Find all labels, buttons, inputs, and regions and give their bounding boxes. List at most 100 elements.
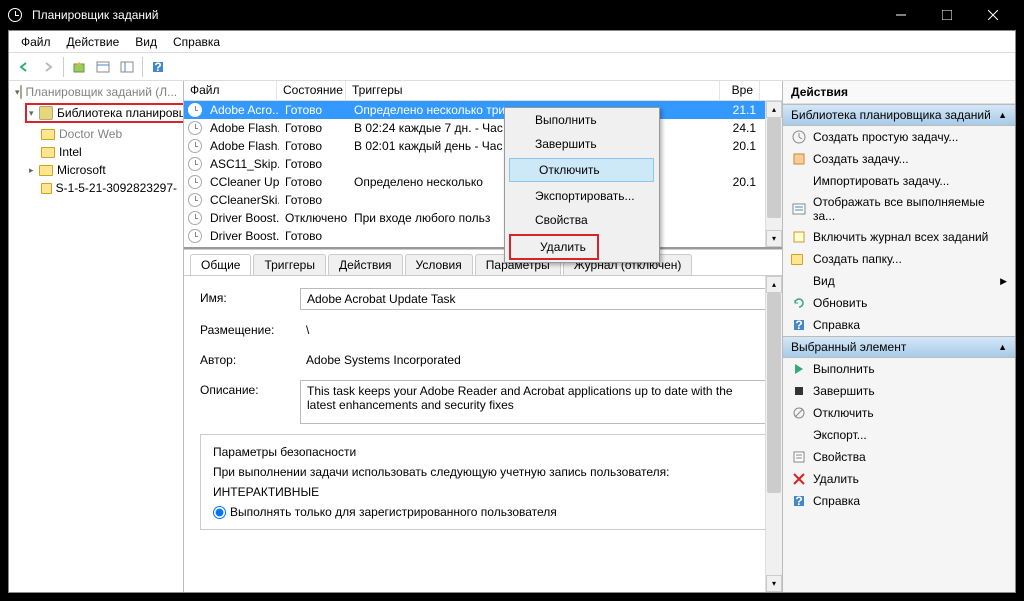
task-icon bbox=[791, 129, 807, 145]
tree-microsoft[interactable]: ▸Microsoft bbox=[11, 161, 181, 179]
context-run[interactable]: Выполнить bbox=[505, 108, 659, 132]
action-end[interactable]: Завершить bbox=[783, 380, 1015, 402]
actions-section-library[interactable]: Библиотека планировщика заданий▲ bbox=[783, 104, 1015, 126]
security-fieldset: Параметры безопасности При выполнении за… bbox=[200, 434, 766, 530]
action-disable[interactable]: Отключить bbox=[783, 402, 1015, 424]
tree-library[interactable]: ▾ Библиотека планировщ bbox=[11, 101, 181, 125]
action-create-simple[interactable]: Создать простую задачу... bbox=[783, 126, 1015, 148]
action-export[interactable]: Экспорт... bbox=[783, 424, 1015, 446]
task-row[interactable]: ASC11_Skip...Готово bbox=[184, 155, 782, 173]
tab-general[interactable]: Общие bbox=[190, 254, 251, 275]
security-text: При выполнении задачи использовать следу… bbox=[213, 465, 753, 479]
action-help-2[interactable]: ?Справка bbox=[783, 490, 1015, 512]
tree-root[interactable]: ▾ Планировщик заданий (Л... bbox=[11, 83, 181, 101]
menu-action[interactable]: Действие bbox=[59, 32, 128, 52]
task-row[interactable]: CCleaner Up...ГотовоОпределено несколько… bbox=[184, 173, 782, 191]
minimize-button[interactable] bbox=[878, 0, 924, 30]
log-icon bbox=[791, 229, 807, 245]
close-button[interactable] bbox=[970, 0, 1016, 30]
action-show-running[interactable]: Отображать все выполняемые за... bbox=[783, 192, 1015, 226]
menu-help[interactable]: Справка bbox=[165, 32, 228, 52]
desc-value[interactable]: This task keeps your Adobe Reader and Ac… bbox=[300, 380, 766, 424]
up-button[interactable] bbox=[68, 56, 90, 78]
help-button[interactable]: ? bbox=[147, 56, 169, 78]
context-disable[interactable]: Отключить bbox=[509, 158, 654, 182]
col-state[interactable]: Состояние bbox=[277, 81, 346, 100]
action-view[interactable]: Вид▶ bbox=[783, 270, 1015, 292]
folder-icon bbox=[41, 183, 52, 194]
delete-icon bbox=[791, 471, 807, 487]
action-new-folder[interactable]: Создать папку... bbox=[783, 248, 1015, 270]
clock-icon bbox=[188, 139, 202, 153]
clock-icon bbox=[188, 157, 202, 171]
collapse-icon: ▲ bbox=[998, 110, 1007, 120]
library-icon bbox=[39, 106, 53, 120]
task-list-header: Файл Состояние Триггеры Вре bbox=[184, 81, 782, 101]
help-icon: ? bbox=[791, 317, 807, 333]
radio-logged-user[interactable] bbox=[213, 506, 226, 519]
list-icon bbox=[791, 201, 807, 217]
tab-actions[interactable]: Действия bbox=[328, 254, 403, 275]
forward-button[interactable] bbox=[37, 56, 59, 78]
author-value: Adobe Systems Incorporated bbox=[300, 350, 766, 370]
context-properties[interactable]: Свойства bbox=[505, 208, 659, 232]
actions-section-selected[interactable]: Выбранный элемент▲ bbox=[783, 336, 1015, 358]
context-end[interactable]: Завершить bbox=[505, 132, 659, 156]
action-create-task[interactable]: Создать задачу... bbox=[783, 148, 1015, 170]
action-import[interactable]: Импортировать задачу... bbox=[783, 170, 1015, 192]
name-label: Имя: bbox=[200, 288, 300, 310]
context-delete[interactable]: Удалить bbox=[509, 234, 599, 260]
action-enable-log[interactable]: Включить журнал всех заданий bbox=[783, 226, 1015, 248]
tree-doctor-web[interactable]: Doctor Web bbox=[11, 125, 181, 143]
menu-view[interactable]: Вид bbox=[127, 32, 165, 52]
col-time[interactable]: Вре bbox=[720, 81, 760, 100]
app-icon bbox=[8, 8, 22, 22]
author-label: Автор: bbox=[200, 350, 300, 370]
col-trigger[interactable]: Триггеры bbox=[346, 81, 720, 100]
titlebar[interactable]: Планировщик заданий bbox=[0, 0, 1024, 30]
tree-sid[interactable]: S-1-5-21-3092823297- bbox=[11, 179, 181, 197]
clock-icon bbox=[188, 175, 202, 189]
maximize-button[interactable] bbox=[924, 0, 970, 30]
help-icon: ? bbox=[791, 493, 807, 509]
actions-panel: Действия Библиотека планировщика заданий… bbox=[783, 81, 1015, 592]
clock-icon bbox=[188, 229, 202, 243]
panel-button-2[interactable] bbox=[116, 56, 138, 78]
action-run[interactable]: Выполнить bbox=[783, 358, 1015, 380]
clock-icon bbox=[188, 211, 202, 225]
tabs: Общие Триггеры Действия Условия Параметр… bbox=[184, 250, 782, 276]
location-label: Размещение: bbox=[200, 320, 300, 340]
task-row[interactable]: CCleanerSki...Готово bbox=[184, 191, 782, 209]
col-file[interactable]: Файл bbox=[184, 81, 277, 100]
task-row[interactable]: Adobe Flash...ГотовоВ 02:01 каждый день … bbox=[184, 137, 782, 155]
action-help[interactable]: ?Справка bbox=[783, 314, 1015, 336]
task-row[interactable]: Adobe Flash...ГотовоВ 02:24 каждые 7 дн.… bbox=[184, 119, 782, 137]
disable-icon bbox=[791, 405, 807, 421]
task-row[interactable]: Driver Boost...ОтключеноПри входе любого… bbox=[184, 209, 782, 227]
name-value[interactable]: Adobe Acrobat Update Task bbox=[300, 288, 766, 310]
action-properties[interactable]: Свойства bbox=[783, 446, 1015, 468]
stop-icon bbox=[791, 383, 807, 399]
clock-icon bbox=[188, 193, 202, 207]
actions-header: Действия bbox=[783, 81, 1015, 104]
action-refresh[interactable]: Обновить bbox=[783, 292, 1015, 314]
scrollbar[interactable]: ▴▾ bbox=[765, 276, 782, 592]
tree-panel: ▾ Планировщик заданий (Л... ▾ Библиотека… bbox=[9, 81, 184, 592]
action-delete[interactable]: Удалить bbox=[783, 468, 1015, 490]
tab-conditions[interactable]: Условия bbox=[405, 254, 473, 275]
back-button[interactable] bbox=[13, 56, 35, 78]
folder-icon bbox=[41, 147, 55, 158]
scrollbar[interactable]: ▴▾ bbox=[765, 101, 782, 247]
panel-button-1[interactable] bbox=[92, 56, 114, 78]
tab-triggers[interactable]: Триггеры bbox=[253, 254, 326, 275]
task-row[interactable]: Driver Boost...Готово bbox=[184, 227, 782, 245]
tree-intel[interactable]: Intel bbox=[11, 143, 181, 161]
svg-text:?: ? bbox=[795, 318, 802, 332]
task-row[interactable]: Adobe Acro...ГотовоОпределено несколько … bbox=[184, 101, 782, 119]
folder-icon bbox=[39, 165, 53, 176]
menu-file[interactable]: Файл bbox=[13, 32, 59, 52]
menubar: Файл Действие Вид Справка bbox=[9, 31, 1015, 53]
folder-icon bbox=[41, 129, 55, 140]
refresh-icon bbox=[791, 295, 807, 311]
context-export[interactable]: Экспортировать... bbox=[505, 184, 659, 208]
